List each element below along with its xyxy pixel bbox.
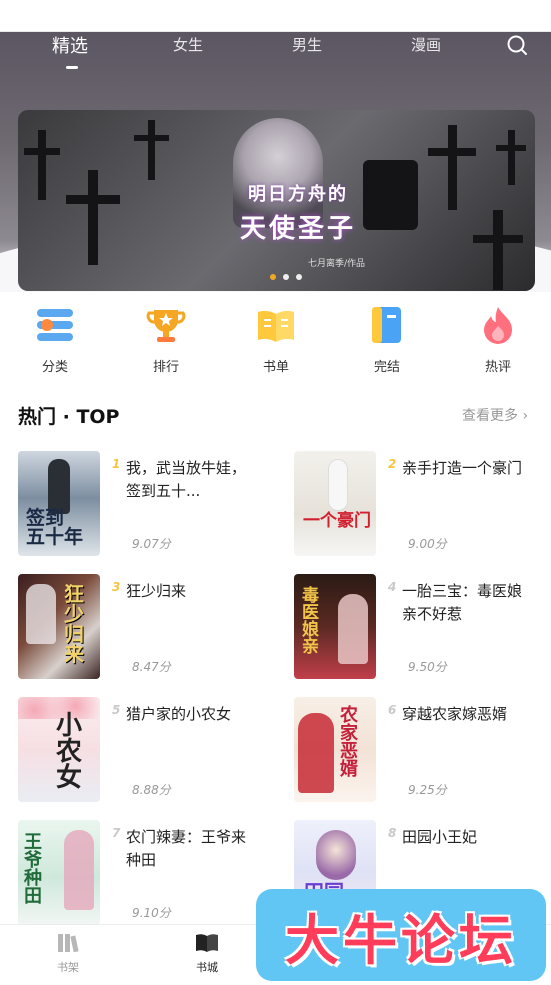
- category-label: 热评: [484, 360, 511, 375]
- book-cover: 农家恶婿: [294, 697, 376, 802]
- bookshelf-icon: [58, 934, 79, 953]
- banner-title-line2: 天使圣子: [239, 214, 356, 244]
- search-icon[interactable]: [506, 34, 528, 56]
- tab-featured[interactable]: 精选: [52, 32, 88, 58]
- nav-bookstore[interactable]: 书城: [177, 931, 237, 975]
- nav-bookshelf[interactable]: 书架: [38, 931, 98, 975]
- book-title: 田园小王妃: [402, 828, 478, 846]
- tab-female[interactable]: 女生: [173, 34, 203, 55]
- cross-decoration: [448, 125, 457, 210]
- view-more-link[interactable]: 查看更多 ›: [462, 405, 528, 425]
- book-cover: 小农女: [18, 697, 100, 802]
- book-cover: 毒医娘亲: [294, 574, 376, 679]
- rank-number: 6: [388, 703, 397, 717]
- bookmark-book-icon: [372, 307, 401, 343]
- cross-decoration: [88, 170, 98, 265]
- category-booklist[interactable]: 书单: [246, 304, 306, 375]
- book-cover: 一个豪门: [294, 451, 376, 556]
- forum-watermark: 大牛论坛: [256, 889, 546, 981]
- nav-label: 书架: [57, 961, 79, 974]
- tab-comics[interactable]: 漫画: [411, 34, 441, 55]
- book-title: 我，武当放牛娃，签到五十...: [126, 459, 247, 500]
- banner-title: 明日方舟的 天使圣子: [198, 180, 398, 245]
- carousel-dots: [270, 274, 302, 280]
- tab-indicator: [66, 66, 78, 69]
- cross-decoration: [428, 148, 476, 156]
- rank-number: 7: [112, 826, 121, 840]
- rank-number: 3: [112, 580, 121, 594]
- category-ranking[interactable]: 排行: [136, 304, 196, 375]
- banner-author: 七月离季/作品: [308, 259, 366, 269]
- trophy-icon: [146, 310, 186, 342]
- category-completed[interactable]: 完结: [357, 304, 417, 375]
- category-hot-reviews[interactable]: 热评: [468, 304, 528, 375]
- book-item[interactable]: 签到 五十年 1 我，武当放牛娃，签到五十... 9.07分: [18, 451, 268, 556]
- category-label: 排行: [152, 360, 179, 375]
- book-score: 9.00分: [408, 537, 447, 551]
- top-tab-bar: 精选 女生 男生 漫画: [0, 32, 551, 80]
- rank-number: 2: [388, 457, 397, 471]
- banner-title-line1: 明日方舟的: [248, 184, 348, 205]
- book-cover: 签到 五十年: [18, 451, 100, 556]
- carousel-dot[interactable]: [270, 274, 276, 280]
- category-label: 完结: [373, 360, 400, 375]
- rank-number: 4: [388, 580, 397, 594]
- book-title: 一胎三宝：毒医娘亲不好惹: [402, 582, 523, 623]
- category-classify[interactable]: 分类: [25, 304, 85, 375]
- book-score: 8.88分: [132, 783, 171, 797]
- book-score: 9.10分: [132, 906, 171, 920]
- cross-decoration: [24, 148, 60, 155]
- section-title: 热门 · TOP: [18, 406, 120, 428]
- rank-number: 1: [112, 457, 121, 471]
- category-label: 分类: [41, 360, 68, 375]
- flame-icon: [484, 307, 512, 344]
- category-label: 书单: [262, 360, 289, 375]
- rank-number: 5: [112, 703, 121, 717]
- book-item[interactable]: 毒医娘亲 4 一胎三宝：毒医娘亲不好惹 9.50分: [294, 574, 544, 679]
- cross-decoration: [38, 130, 46, 200]
- book-item[interactable]: 一个豪门 2 亲手打造一个豪门 9.00分: [294, 451, 544, 556]
- banner-carousel[interactable]: 明日方舟的 天使圣子 七月离季/作品: [18, 110, 535, 291]
- book-item[interactable]: 小农女 5 猎户家的小农女 8.88分: [18, 697, 268, 802]
- book-item[interactable]: 王爷种田 7 农门辣妻：王爷来种田 9.10分: [18, 820, 268, 925]
- open-book-icon: [258, 310, 294, 342]
- status-bar: [0, 0, 551, 32]
- book-item[interactable]: 狂少归来 3 狂少归来 8.47分: [18, 574, 268, 679]
- book-title: 穿越农家嫁恶婿: [402, 705, 508, 723]
- cross-decoration: [473, 235, 523, 243]
- book-title: 农门辣妻：王爷来种田: [126, 828, 247, 869]
- book-title: 亲手打造一个豪门: [402, 459, 523, 477]
- carousel-dot[interactable]: [296, 274, 302, 280]
- book-title: 狂少归来: [126, 582, 187, 600]
- nav-label: 书城: [196, 961, 218, 974]
- cross-decoration: [508, 130, 515, 185]
- book-score: 8.47分: [132, 660, 171, 674]
- open-book-icon: [196, 934, 218, 952]
- book-title: 猎户家的小农女: [126, 705, 232, 723]
- book-score: 9.25分: [408, 783, 447, 797]
- category-row: 分类 排行 书单 完结 热评: [0, 300, 551, 380]
- book-item[interactable]: 农家恶婿 6 穿越农家嫁恶婿 9.25分: [294, 697, 544, 802]
- book-score: 9.07分: [132, 537, 171, 551]
- cross-decoration: [496, 145, 526, 151]
- book-score: 9.50分: [408, 660, 447, 674]
- tab-male[interactable]: 男生: [292, 34, 322, 55]
- list-icon: [37, 309, 73, 341]
- carousel-dot[interactable]: [283, 274, 289, 280]
- cross-decoration: [148, 120, 155, 180]
- watermark-text: 大牛论坛: [285, 908, 517, 972]
- cross-decoration: [134, 135, 169, 141]
- book-cover: 王爷种田: [18, 820, 100, 925]
- cross-decoration: [66, 195, 120, 204]
- cross-decoration: [493, 210, 503, 290]
- book-cover: 狂少归来: [18, 574, 100, 679]
- rank-number: 8: [388, 826, 397, 840]
